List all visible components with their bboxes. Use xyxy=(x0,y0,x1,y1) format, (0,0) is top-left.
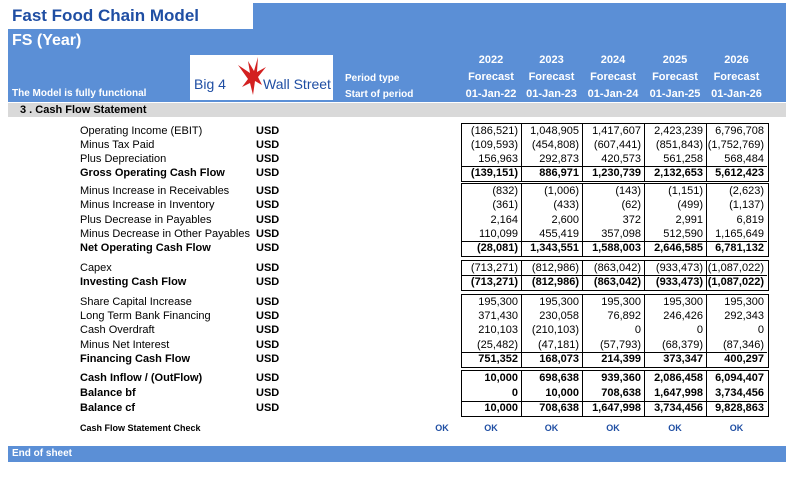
column-separator xyxy=(706,370,707,417)
row-label: Minus Net Interest xyxy=(80,339,170,351)
row-label: Financing Cash Flow xyxy=(80,353,191,365)
column-separator xyxy=(644,294,645,368)
row-label: Minus Increase in Receivables xyxy=(80,185,230,197)
row-unit: USD xyxy=(256,242,280,254)
row-label: Long Term Bank Financing xyxy=(80,310,211,322)
row-label: Investing Cash Flow xyxy=(80,276,187,288)
year-header-type: Forecast xyxy=(468,71,514,83)
row-label: Plus Depreciation xyxy=(80,153,167,165)
year-header-year: 2022 xyxy=(478,54,504,66)
row-label: Minus Decrease in Other Payables xyxy=(80,228,250,240)
row-label: Minus Increase in Inventory xyxy=(80,199,215,211)
model-status: The Model is fully functional xyxy=(12,88,147,99)
row-label: Share Capital Increase xyxy=(80,296,192,308)
row-label: Cash Overdraft xyxy=(80,324,155,336)
value-group-border xyxy=(461,370,769,417)
column-separator xyxy=(706,183,707,257)
column-separator xyxy=(706,294,707,368)
total-separator xyxy=(461,352,767,353)
year-header-year: 2023 xyxy=(539,54,564,66)
check-value: OK xyxy=(544,423,559,433)
column-separator xyxy=(644,183,645,257)
value-group-border xyxy=(461,183,769,257)
year-header-year: 2025 xyxy=(662,54,688,66)
row-unit: USD xyxy=(256,153,280,165)
year-header-start: 01-Jan-22 xyxy=(465,88,517,100)
column-separator xyxy=(644,370,645,417)
sheet-subtitle: FS (Year) xyxy=(12,32,82,49)
row-unit: USD xyxy=(256,139,280,151)
section-header: 3 . Cash Flow Statement xyxy=(8,103,786,117)
row-unit: USD xyxy=(256,276,280,288)
row-unit: USD xyxy=(256,125,280,137)
column-separator xyxy=(644,123,645,182)
start-of-period-label: Start of period xyxy=(345,89,414,100)
column-separator xyxy=(706,123,707,182)
year-header-year: 2024 xyxy=(600,54,626,66)
year-header-type: Forecast xyxy=(713,71,760,83)
check-value: OK xyxy=(484,423,498,433)
row-unit: USD xyxy=(256,199,280,211)
row-label: Net Operating Cash Flow xyxy=(80,242,211,254)
column-separator xyxy=(521,183,522,257)
logo-text-left: Big 4 xyxy=(194,76,226,92)
row-unit: USD xyxy=(256,185,280,197)
row-unit: USD xyxy=(256,310,280,322)
column-separator xyxy=(582,294,583,368)
row-label: Balance cf xyxy=(80,402,136,414)
column-separator xyxy=(582,123,583,182)
year-header-start: 01-Jan-23 xyxy=(526,88,577,100)
row-unit: USD xyxy=(256,324,280,336)
year-header-year: 2026 xyxy=(724,54,749,66)
logo-text-right: Wall Street xyxy=(263,76,331,92)
model-title: Fast Food Chain Model xyxy=(8,3,253,29)
year-header-start: 01-Jan-25 xyxy=(649,88,701,100)
check-label: Cash Flow Statement Check xyxy=(80,423,201,433)
row-label: Gross Operating Cash Flow xyxy=(80,167,225,179)
check-overall: OK xyxy=(435,423,449,433)
total-separator xyxy=(461,241,767,242)
row-label: Cash Inflow / (OutFlow) xyxy=(80,372,203,384)
period-type-label: Period type xyxy=(345,73,400,84)
total-separator xyxy=(461,275,767,276)
column-separator xyxy=(582,183,583,257)
row-unit: USD xyxy=(256,228,280,240)
total-separator xyxy=(461,166,767,167)
row-unit: USD xyxy=(256,387,280,399)
row-unit: USD xyxy=(256,214,280,226)
column-separator xyxy=(521,294,522,368)
row-unit: USD xyxy=(256,402,280,414)
row-label: Operating Income (EBIT) xyxy=(80,125,203,137)
total-separator xyxy=(461,401,767,402)
footer-band: End of sheet xyxy=(8,446,786,462)
row-unit: USD xyxy=(256,296,280,308)
row-unit: USD xyxy=(256,262,280,274)
logo: Big 4 Wall Street xyxy=(190,55,333,100)
check-value: OK xyxy=(606,423,620,433)
year-header-type: Forecast xyxy=(590,71,636,83)
value-group-border xyxy=(461,294,769,368)
year-header-type: Forecast xyxy=(528,71,575,83)
row-unit: USD xyxy=(256,372,280,384)
value-group-border xyxy=(461,123,769,182)
column-separator xyxy=(521,370,522,417)
check-value: OK xyxy=(729,423,744,433)
row-label: Capex xyxy=(80,262,112,274)
row-unit: USD xyxy=(256,339,280,351)
row-label: Minus Tax Paid xyxy=(80,139,155,151)
year-header-type: Forecast xyxy=(652,71,698,83)
year-header-start: 01-Jan-24 xyxy=(587,88,639,100)
header-band: FS (Year) The Model is fully functional … xyxy=(8,29,786,102)
row-unit: USD xyxy=(256,353,280,365)
year-header-start: 01-Jan-26 xyxy=(711,88,762,100)
check-value: OK xyxy=(668,423,682,433)
row-unit: USD xyxy=(256,167,280,179)
top-banner xyxy=(253,3,786,29)
column-separator xyxy=(582,370,583,417)
row-label: Plus Decrease in Payables xyxy=(80,214,212,226)
column-separator xyxy=(521,123,522,182)
row-label: Balance bf xyxy=(80,387,136,399)
